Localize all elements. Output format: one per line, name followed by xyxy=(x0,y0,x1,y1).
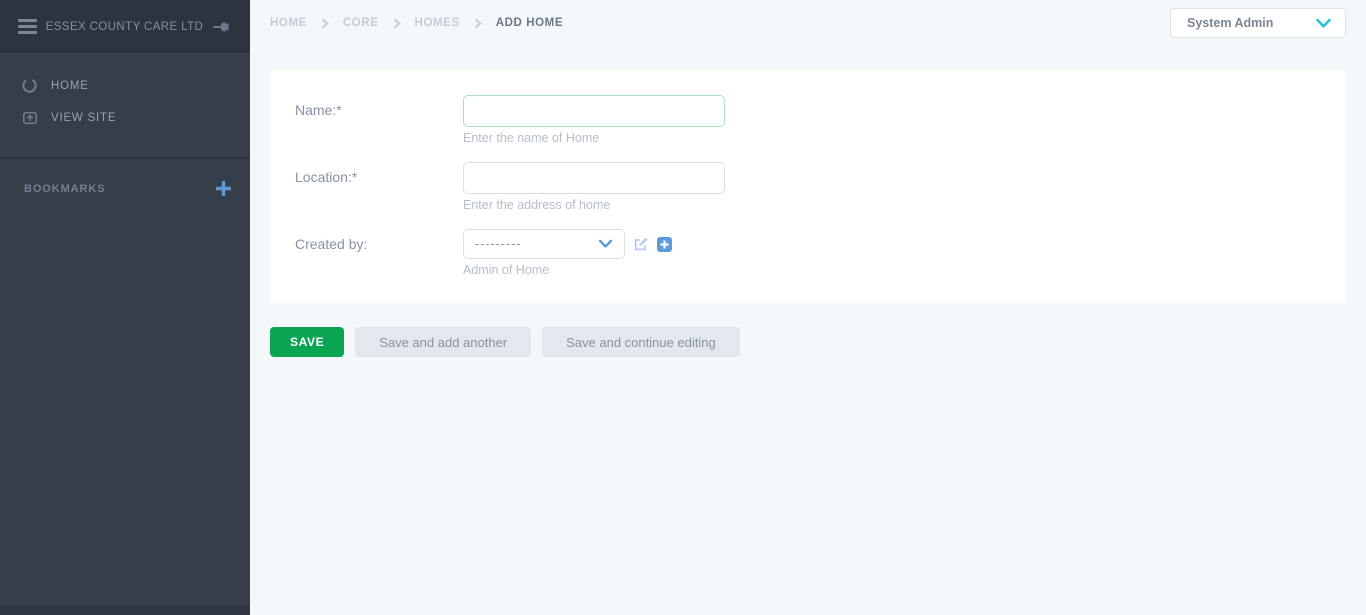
form-row-location: Location:* Enter the address of home xyxy=(295,162,1321,213)
sidebar-header: ESSEX COUNTY CARE LTD xyxy=(0,0,250,53)
created-by-select[interactable]: --------- xyxy=(463,229,625,259)
pin-icon[interactable] xyxy=(212,19,232,35)
bookmarks-section: BOOKMARKS xyxy=(0,159,250,196)
sidebar-item-label: HOME xyxy=(51,80,89,92)
chevron-right-icon xyxy=(321,18,329,29)
dashboard-circle-icon xyxy=(21,77,38,94)
save-and-add-another-button[interactable]: Save and add another xyxy=(355,327,531,357)
form-panel: Name:* Enter the name of Home Location:*… xyxy=(270,70,1346,303)
menu-toggle-icon[interactable] xyxy=(18,19,37,34)
breadcrumb-current: ADD HOME xyxy=(496,17,563,29)
name-label: Name:* xyxy=(295,95,463,146)
form-row-name: Name:* Enter the name of Home xyxy=(295,95,1321,146)
form-actions: SAVE Save and add another Save and conti… xyxy=(270,327,1346,357)
bookmarks-label: BOOKMARKS xyxy=(24,183,105,195)
sidebar-item-label: VIEW SITE xyxy=(51,112,116,124)
name-input[interactable] xyxy=(463,95,725,127)
location-input[interactable] xyxy=(463,162,725,194)
user-menu-dropdown[interactable]: System Admin xyxy=(1170,8,1346,38)
add-bookmark-icon[interactable] xyxy=(216,181,231,196)
save-and-continue-editing-button[interactable]: Save and continue editing xyxy=(542,327,740,357)
sidebar-footer xyxy=(0,605,250,615)
sidebar-nav: HOME VIEW SITE xyxy=(0,53,250,157)
breadcrumb-core[interactable]: CORE xyxy=(343,17,379,29)
save-button[interactable]: SAVE xyxy=(270,327,344,357)
topbar: HOME CORE HOMES ADD HOME System Admin xyxy=(250,0,1366,46)
edit-related-icon[interactable] xyxy=(633,236,649,252)
chevron-right-icon xyxy=(474,18,482,29)
app-title: ESSEX COUNTY CARE LTD xyxy=(37,21,212,33)
name-help-text: Enter the name of Home xyxy=(463,131,725,146)
breadcrumb-home[interactable]: HOME xyxy=(270,17,307,29)
location-help-text: Enter the address of home xyxy=(463,198,725,213)
form-row-created-by: Created by: --------- xyxy=(295,229,1321,278)
breadcrumb: HOME CORE HOMES ADD HOME xyxy=(270,17,563,29)
created-by-label: Created by: xyxy=(295,229,463,278)
breadcrumb-homes[interactable]: HOMES xyxy=(415,17,460,29)
selected-option: --------- xyxy=(475,237,521,251)
chevron-right-icon xyxy=(393,18,401,29)
created-by-help-text: Admin of Home xyxy=(463,263,672,278)
add-related-icon[interactable] xyxy=(657,237,672,252)
main-content: HOME CORE HOMES ADD HOME System Admin xyxy=(250,0,1366,615)
location-label: Location:* xyxy=(295,162,463,213)
sidebar: ESSEX COUNTY CARE LTD HOME xyxy=(0,0,250,615)
sidebar-item-home[interactable]: HOME xyxy=(0,69,250,102)
chevron-down-icon xyxy=(598,239,613,249)
chevron-down-icon xyxy=(1315,18,1332,29)
external-link-icon xyxy=(21,110,38,126)
sidebar-item-view-site[interactable]: VIEW SITE xyxy=(0,102,250,134)
user-menu-label: System Admin xyxy=(1187,16,1273,30)
